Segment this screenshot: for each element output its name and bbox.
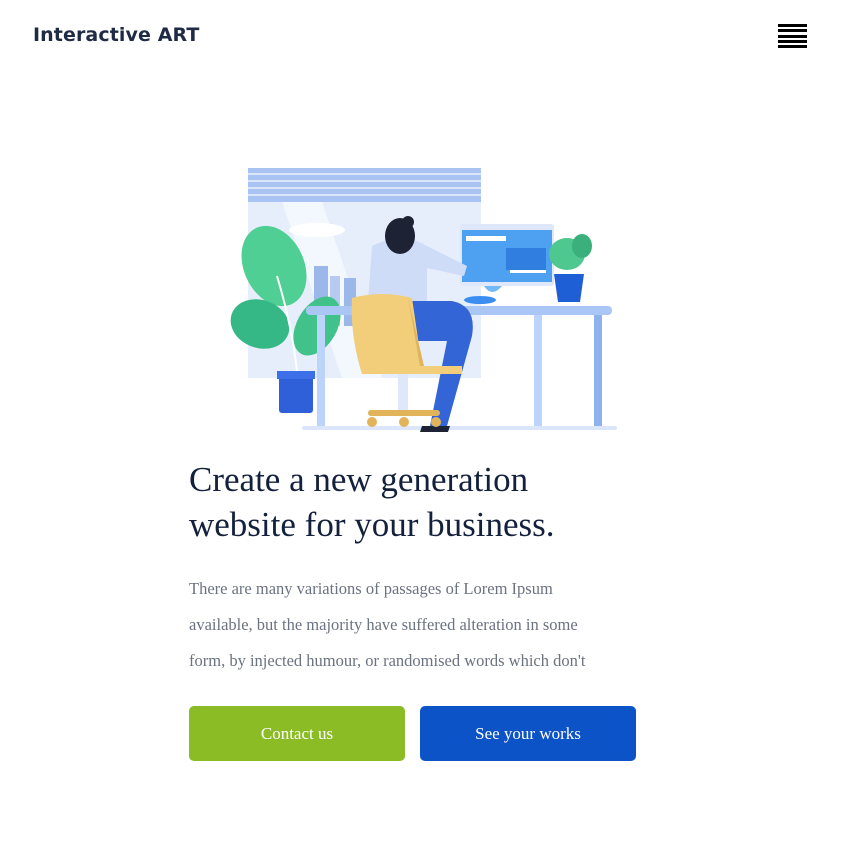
menu-bar-4	[778, 39, 807, 43]
menu-bar-1	[778, 24, 807, 27]
headline-line-2: website for your business.	[189, 505, 555, 544]
desk-plant-illustration	[549, 234, 592, 302]
menu-bar-2	[778, 29, 807, 33]
see-your-works-button[interactable]: See your works	[420, 706, 636, 761]
headline-line-1: Create a new generation	[189, 460, 529, 499]
hero-description: There are many variations of passages of…	[189, 571, 634, 679]
contact-us-button[interactable]: Contact us	[189, 706, 405, 761]
menu-bar-3	[778, 34, 807, 38]
brand-logo[interactable]: Interactive ART	[33, 24, 199, 46]
description-line-1: There are many variations of passages of…	[189, 579, 553, 598]
menu-bar-5	[778, 45, 807, 48]
hamburger-menu-icon[interactable]	[778, 24, 807, 48]
hero-headline: Create a new generation website for your…	[189, 457, 629, 547]
hero-illustration	[230, 168, 617, 432]
description-line-3: form, by injected humour, or randomised …	[189, 651, 586, 670]
description-line-2: available, but the majority have suffere…	[189, 615, 578, 634]
